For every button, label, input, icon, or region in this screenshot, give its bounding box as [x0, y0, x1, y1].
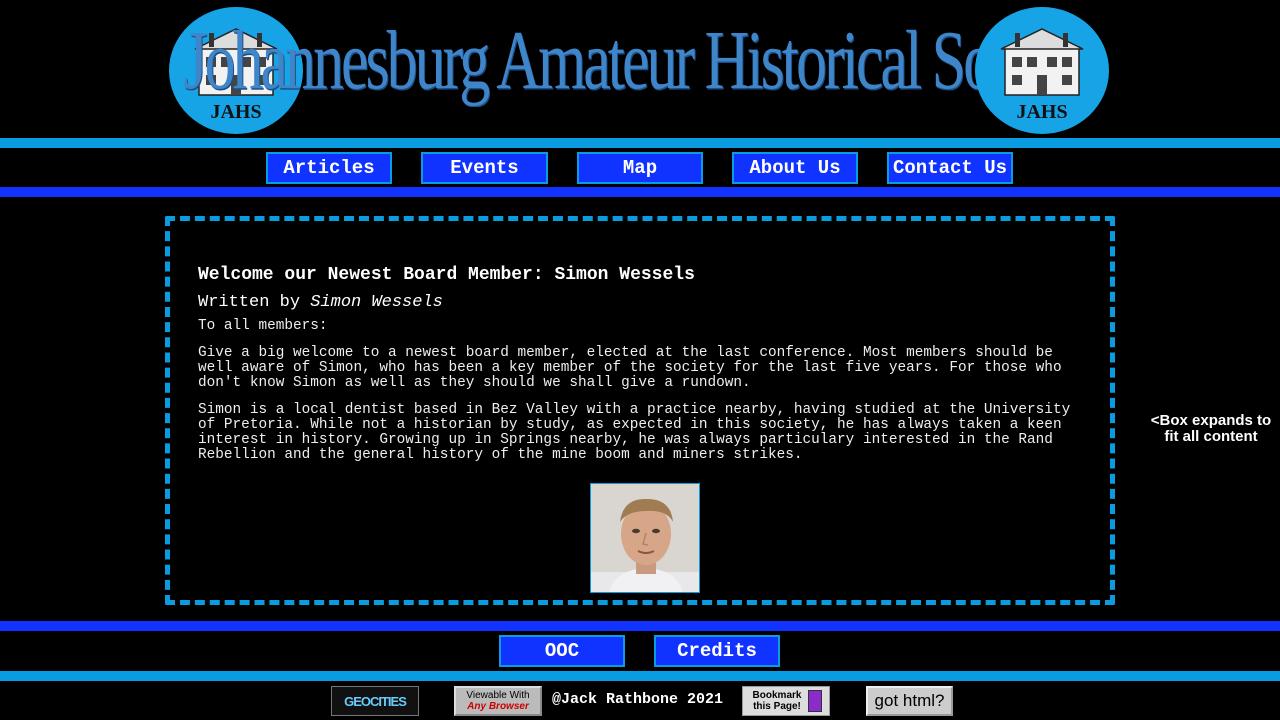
- article-author: Simon Wessels: [310, 293, 443, 312]
- copyright-text: @Jack Rathbone 2021: [552, 691, 724, 708]
- nav-events-button[interactable]: Events: [421, 152, 548, 184]
- bookmark-label: Bookmark this Page!: [752, 690, 802, 712]
- footer-divider-band: [0, 621, 1280, 631]
- house-icon: [1000, 28, 1084, 96]
- nav-map-button[interactable]: Map: [577, 152, 703, 184]
- page: JAHS Johannesburg Amateur Historical Soc…: [0, 0, 1280, 720]
- portrait-image: [591, 484, 699, 592]
- site-title: Johannesburg Amateur Historical Society: [183, 14, 1099, 107]
- browser-line2: Any Browser: [467, 701, 529, 712]
- credits-button[interactable]: Credits: [654, 635, 780, 667]
- bookmark-badge[interactable]: Bookmark this Page!: [742, 686, 830, 716]
- nav-about-button[interactable]: About Us: [732, 152, 858, 184]
- any-browser-badge[interactable]: Viewable With Any Browser: [454, 686, 542, 716]
- header-divider-band: [0, 138, 1280, 148]
- article-title: Welcome our Newest Board Member: Simon W…: [198, 265, 695, 285]
- logo-text: JAHS: [1016, 101, 1068, 123]
- nav-contact-button[interactable]: Contact Us: [887, 152, 1013, 184]
- article-greeting: To all members:: [198, 318, 328, 334]
- got-html-badge[interactable]: got html?: [866, 686, 953, 716]
- browser-line1: Viewable With: [466, 690, 530, 701]
- book-icon: [808, 690, 822, 712]
- geocities-badge[interactable]: GEOCITIES: [331, 686, 419, 716]
- article-box: Welcome our Newest Board Member: Simon W…: [165, 216, 1115, 605]
- article-byline: Written by Simon Wessels: [198, 293, 1082, 312]
- byline-prefix: Written by: [198, 293, 301, 312]
- article-paragraph: Simon is a local dentist based in Bez Va…: [198, 402, 1071, 463]
- geocities-label: GEOCITIES: [344, 693, 407, 709]
- nav-divider-band: [0, 187, 1280, 197]
- article-paragraph: Give a big welcome to a newest board mem…: [198, 345, 1062, 391]
- author-portrait: [590, 483, 700, 593]
- jahs-logo-right: JAHS: [975, 7, 1109, 134]
- box-expands-note: <Box expands to fit all content: [1150, 412, 1272, 445]
- got-html-label: got html?: [874, 691, 945, 710]
- site-header: JAHS Johannesburg Amateur Historical Soc…: [0, 0, 1280, 138]
- footer-divider-band-light: [0, 671, 1280, 681]
- ooc-button[interactable]: OOC: [499, 635, 625, 667]
- nav-articles-button[interactable]: Articles: [266, 152, 392, 184]
